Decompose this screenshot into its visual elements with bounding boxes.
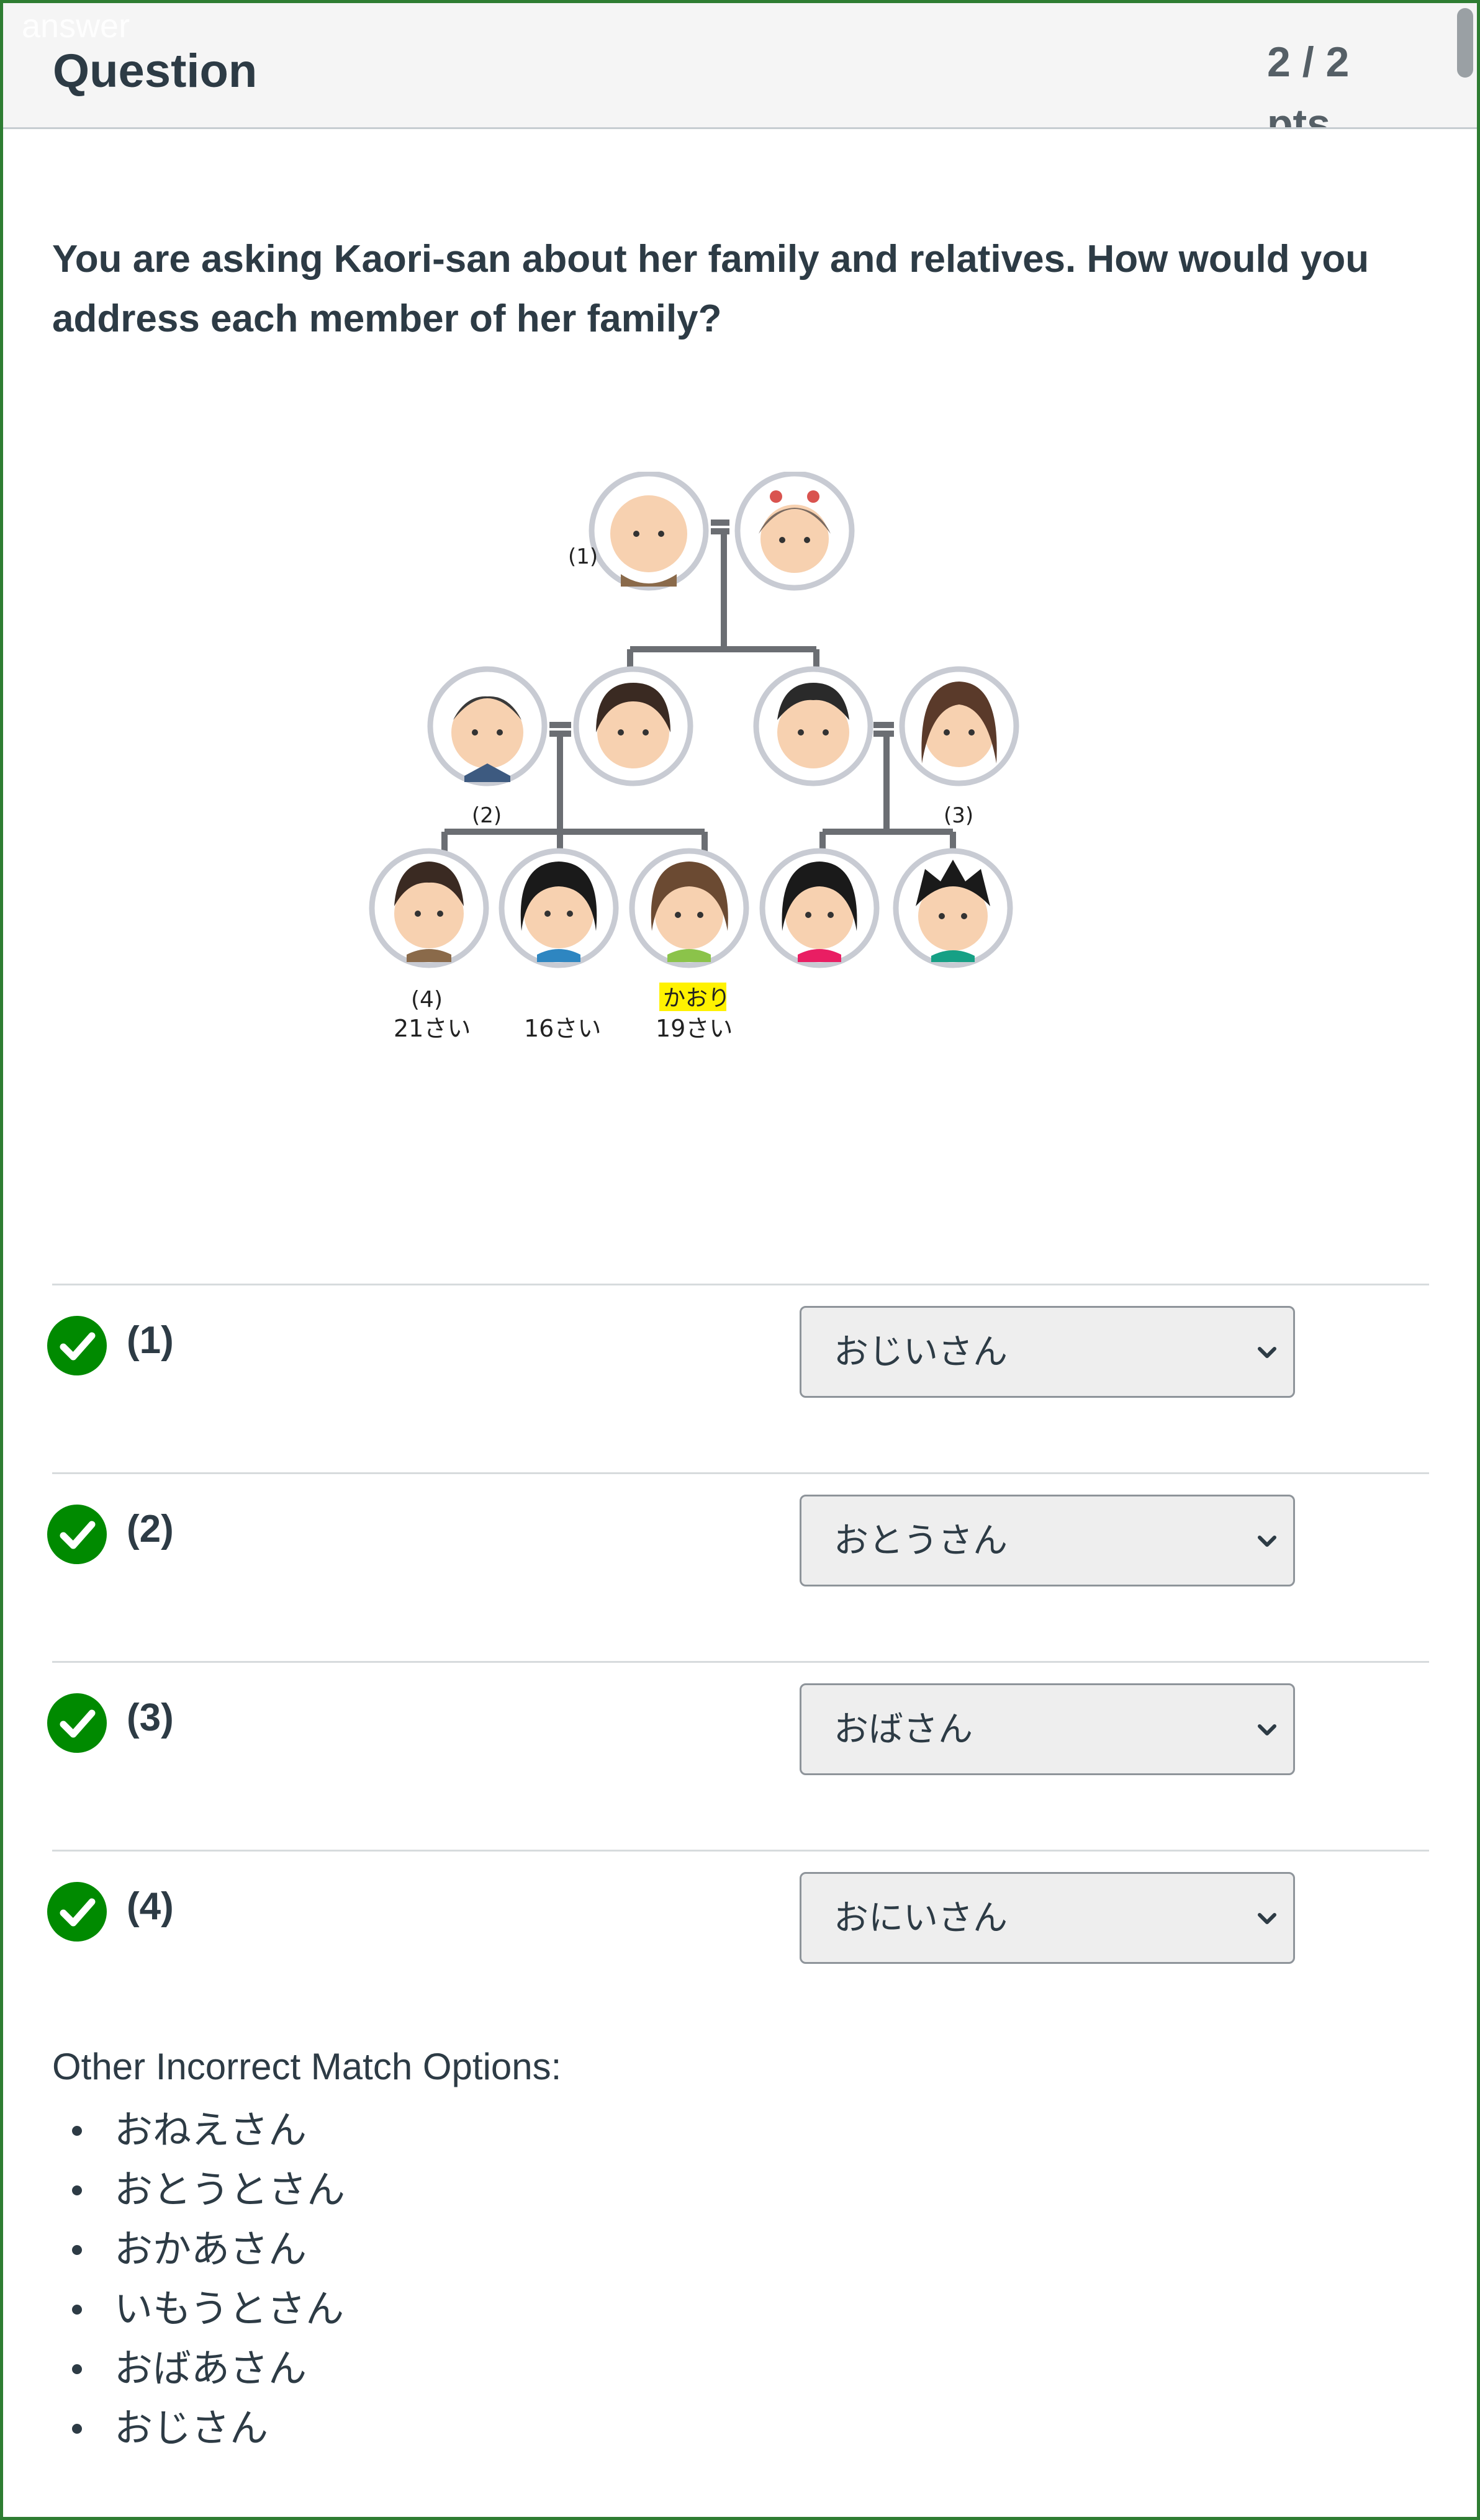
selected-value: おじいさん	[834, 1332, 1008, 1371]
list-item: おじさん	[52, 2399, 345, 2459]
bullet-icon	[72, 2364, 82, 2374]
match-label: (4)	[127, 1885, 174, 1928]
match-row-2: (2) おとうさん	[0, 1475, 1480, 1661]
bullet-icon	[72, 2424, 82, 2434]
other-options-title: Other Incorrect Match Options:	[52, 2046, 562, 2087]
question-points: 2 / 2 pts	[1267, 38, 1350, 129]
question-prompt: You are asking Kaori-san about her famil…	[52, 238, 1369, 340]
figure-label-3: (3)	[944, 803, 973, 828]
match-label: (1)	[127, 1319, 174, 1362]
row-divider	[52, 1284, 1429, 1285]
option-text: いもうとさん	[114, 2288, 345, 2331]
match-label: (3)	[127, 1696, 174, 1739]
correct-check-icon	[47, 1316, 107, 1375]
bullet-icon	[72, 2245, 82, 2255]
bullet-icon	[72, 2185, 82, 2195]
figure-age-2: 16さい	[524, 1015, 601, 1042]
figure-label-4: (4)	[411, 987, 443, 1012]
option-text: おとうとさん	[114, 2169, 346, 2212]
question-title: Question	[53, 45, 258, 97]
match-row-4: (4) おにいさん	[0, 1852, 1480, 2038]
answer-select[interactable]: おばさん	[800, 1683, 1295, 1775]
match-row-3: (3) おばさん	[0, 1663, 1480, 1850]
figure-label-1: (1)	[568, 544, 598, 569]
chevron-down-icon	[1258, 1913, 1276, 1924]
figure-age-1: 21さい	[394, 1015, 471, 1042]
list-item: おばあさん	[52, 2339, 345, 2399]
bullet-icon	[72, 2305, 82, 2315]
chevron-down-icon	[1258, 1536, 1276, 1547]
bullet-icon	[72, 2126, 82, 2136]
selected-value: おばさん	[834, 1709, 973, 1748]
figure-highlight-name: かおり	[663, 986, 730, 1011]
chevron-down-icon	[1258, 1347, 1276, 1358]
figure-age-3: 19さい	[656, 1015, 733, 1042]
chevron-down-icon	[1258, 1724, 1276, 1735]
answer-select[interactable]: おじいさん	[800, 1306, 1295, 1398]
correct-check-icon	[47, 1882, 107, 1942]
list-item: おとうとさん	[52, 2161, 345, 2220]
match-row-1: (1) おじいさん	[0, 1286, 1480, 1472]
option-text: おばあさん	[114, 2347, 307, 2390]
option-text: おじさん	[114, 2407, 269, 2450]
row-divider	[52, 1472, 1429, 1474]
row-divider	[52, 1850, 1429, 1852]
selected-value: おにいさん	[834, 1898, 1008, 1937]
list-item: おねえさん	[52, 2101, 345, 2161]
answer-select[interactable]: おにいさん	[800, 1872, 1295, 1964]
question-header: answer Question 2 / 2 pts	[3, 3, 1477, 129]
correct-check-icon	[47, 1693, 107, 1753]
row-divider	[52, 1661, 1429, 1663]
option-text: おかあさん	[114, 2228, 307, 2271]
list-item: おかあさん	[52, 2220, 345, 2280]
other-options-list: おねえさん おとうとさん おかあさん いもうとさん おばあさん おじさん	[52, 2101, 345, 2459]
answer-select[interactable]: おとうさん	[800, 1495, 1295, 1586]
match-label: (2)	[127, 1508, 174, 1550]
scrollbar-thumb[interactable]	[1457, 8, 1473, 78]
option-text: おねえさん	[114, 2109, 307, 2152]
figure-label-2: (2)	[472, 803, 502, 828]
selected-value: おとうさん	[834, 1521, 1008, 1560]
answer-tag: answer	[22, 7, 130, 45]
list-item: いもうとさん	[52, 2280, 345, 2339]
family-tree-image: (1) (2) (3) (4) かおり 21さい 16さい 19さい	[369, 472, 1019, 1042]
correct-check-icon	[47, 1505, 107, 1564]
